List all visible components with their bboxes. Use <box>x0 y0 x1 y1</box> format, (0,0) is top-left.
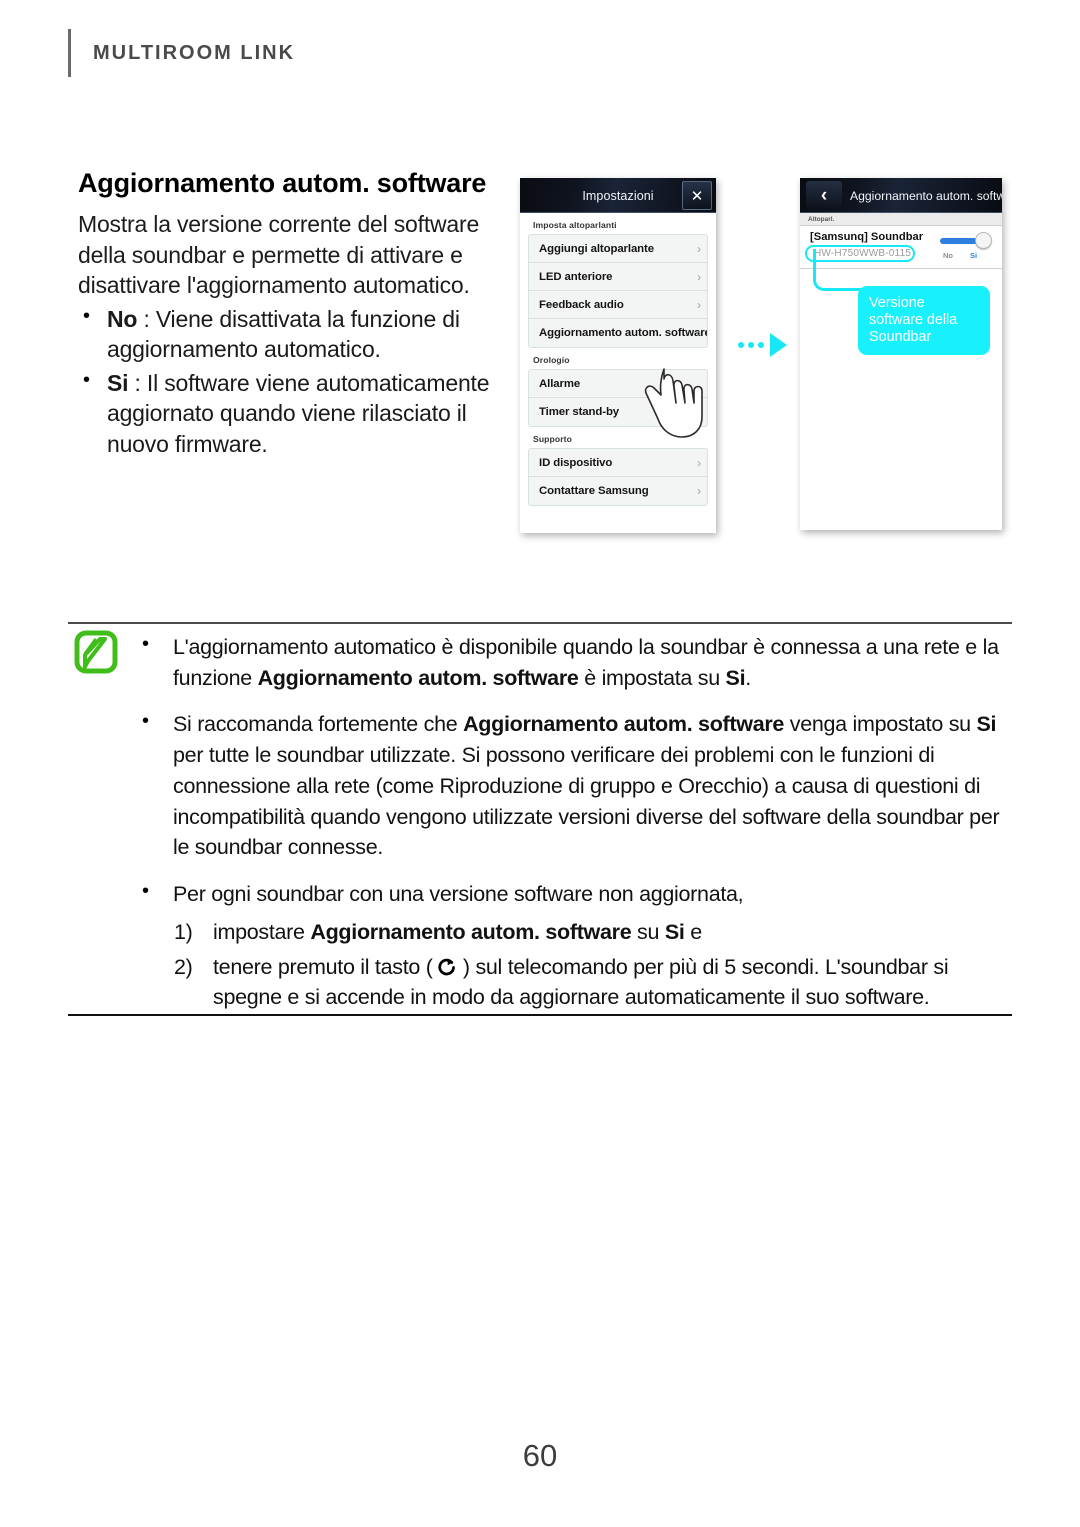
settings-menu-group: ID dispositivo › Contattare Samsung › <box>528 448 708 506</box>
running-head: MULTIROOM LINK <box>68 28 295 78</box>
auto-update-toggle[interactable]: No Si <box>938 232 994 266</box>
note-text: per tutte le soundbar utilizzate. Si pos… <box>173 743 1000 860</box>
settings-menu-label: Aggiornamento autom. software <box>539 327 708 339</box>
option-term: No <box>107 305 138 332</box>
arrow-dot <box>748 342 754 348</box>
option-list: No : Viene disattivata la funzione di ag… <box>78 303 508 460</box>
update-body: Altoparl. [Samsunq] Soundbar HW-H750WWB-… <box>800 213 1002 530</box>
note-list: L'aggiornamento automatico è disponibile… <box>137 630 1012 1013</box>
option-text: : Viene disattivata la funzione di aggio… <box>107 305 460 363</box>
update-header-title: Aggiornamento autom. software <box>850 188 1002 203</box>
manual-page: MULTIROOM LINK Aggiornamento autom. soft… <box>0 0 1080 1527</box>
note-text: e <box>684 919 702 944</box>
callout-leader-line <box>813 249 861 291</box>
arrow-dot <box>738 342 744 348</box>
note-sub-number: 2) <box>174 954 193 979</box>
settings-menu-row[interactable]: LED anteriore › <box>529 263 707 291</box>
settings-menu-label: Aggiungi altoparlante <box>539 242 654 255</box>
settings-menu-label: Timer stand-by <box>539 406 620 418</box>
settings-menu-label: Contattare Samsung <box>539 485 649 497</box>
option-item: No : Viene disattivata la funzione di ag… <box>78 303 508 365</box>
update-header-bar: ‹ Aggiornamento autom. software <box>800 178 1002 213</box>
running-head-rule <box>68 29 71 77</box>
note-text: Per ogni soundbar con una versione softw… <box>173 882 744 907</box>
note-emphasis: Aggiornamento autom. software <box>257 665 579 690</box>
note-text: venga impostato su <box>784 712 977 737</box>
note-text: impostare <box>213 919 311 944</box>
lead-column: Aggiornamento autom. software Mostra la … <box>78 168 508 460</box>
note-item: L'aggiornamento automatico è disponibile… <box>137 630 1012 693</box>
settings-header-bar: Impostazioni ✕ <box>520 178 716 213</box>
settings-menu-row[interactable]: Contattare Samsung › <box>529 477 707 505</box>
note-item: Per ogni soundbar con una versione softw… <box>137 877 1012 1013</box>
page-number: 60 <box>522 1438 558 1473</box>
settings-menu-group: Aggiungi altoparlante › LED anteriore › Feed… <box>528 234 708 348</box>
chevron-right-icon: › <box>697 269 701 284</box>
settings-menu-label: ID dispositivo <box>539 456 613 469</box>
toggle-knob[interactable] <box>975 232 992 249</box>
settings-section-label: Imposta altoparlanti <box>533 220 617 230</box>
settings-menu-row[interactable]: Aggiornamento autom. software › <box>529 319 707 347</box>
arrow-triangle <box>770 333 787 357</box>
screenshot-settings: Impostazioni ✕ Imposta altoparlanti Aggiu… <box>520 178 716 533</box>
chevron-right-icon: › <box>697 241 701 256</box>
note-sub-number: 1) <box>174 919 193 944</box>
chevron-right-icon: › <box>697 326 701 340</box>
toggle-on-label: Si <box>970 251 978 260</box>
chevron-right-icon: › <box>697 484 701 498</box>
note-emphasis: Aggiornamento autom. software <box>310 919 632 944</box>
settings-menu-label: Allarme <box>539 377 581 390</box>
note-text: tenere premuto il tasto ( <box>213 954 439 979</box>
note-bottom-rule <box>68 1014 1012 1016</box>
back-chevron-icon[interactable]: ‹ <box>806 181 842 210</box>
note-top-rule <box>68 622 1012 624</box>
note-item-text: L'aggiornamento automatico è disponibile… <box>173 635 999 690</box>
note-text: Si raccomanda fortemente che <box>173 712 464 737</box>
device-name: [Samsunq] Soundbar <box>810 231 924 243</box>
note-text: . <box>745 665 751 690</box>
settings-menu-row[interactable]: Aggiungi altoparlante › <box>529 235 707 263</box>
flow-arrow-icon <box>738 333 787 357</box>
power-refresh-icon <box>438 955 457 975</box>
settings-menu-label: Feedback audio <box>539 298 624 311</box>
note-pencil-icon <box>74 630 118 674</box>
option-item: Si : Il software viene automaticamente a… <box>78 367 508 460</box>
toggle-off-label: No <box>943 251 953 260</box>
callout-bubble: Versione software della Soundbar <box>858 286 990 356</box>
note-item-text: Per ogni soundbar con una versione softw… <box>173 882 744 907</box>
option-text: : Il software viene automaticamente aggi… <box>107 369 490 458</box>
settings-menu-row[interactable]: Feedback audio › <box>529 291 707 319</box>
settings-menu-row[interactable]: ID dispositivo › <box>529 449 707 477</box>
note-emphasis: Si <box>725 665 746 690</box>
note-sub-text: impostare Aggiornamento autom. software … <box>213 920 702 944</box>
note-text: su <box>631 919 665 944</box>
hand-cursor-icon <box>644 368 703 438</box>
note-emphasis: Aggiornamento autom. software <box>463 712 785 737</box>
settings-header-title: Impostazioni <box>582 188 654 203</box>
close-icon[interactable]: ✕ <box>682 181 712 210</box>
speakers-section-label: Altoparl. <box>800 213 1002 226</box>
arrow-dot <box>758 342 764 348</box>
chevron-right-icon: › <box>697 455 701 470</box>
note-sub-item: 1) impostare Aggiornamento autom. softwar… <box>173 917 1012 948</box>
page-title: Aggiornamento autom. software <box>78 168 487 198</box>
note-body: L'aggiornamento automatico è disponibile… <box>137 630 1012 1029</box>
note-item-text: Si raccomanda fortemente che Aggiornamen… <box>173 712 1000 860</box>
option-term: Si <box>107 369 129 396</box>
running-head-label: MULTIROOM LINK <box>93 41 296 64</box>
chevron-right-icon: › <box>697 297 701 312</box>
note-sub-list: 1) impostare Aggiornamento autom. softwar… <box>173 917 1012 1013</box>
settings-body: Imposta altoparlanti Aggiungi altoparlant… <box>520 213 716 533</box>
note-emphasis: Si <box>664 919 685 944</box>
settings-menu-label: LED anteriore <box>539 270 613 283</box>
note-item: Si raccomanda fortemente che Aggiornamen… <box>137 707 1012 863</box>
screenshot-update: ‹ Aggiornamento autom. software Altoparl… <box>800 178 1002 530</box>
note-sub-item: 2) tenere premuto il tasto ( ) sul teleco… <box>173 952 1012 1013</box>
note-text: è impostata su <box>578 665 726 690</box>
lead-paragraph: Mostra la versione corrente del software… <box>78 211 480 299</box>
note-emphasis: Si <box>976 712 997 737</box>
note-sub-text: tenere premuto il tasto ( ) sul telecoma… <box>213 954 949 1010</box>
